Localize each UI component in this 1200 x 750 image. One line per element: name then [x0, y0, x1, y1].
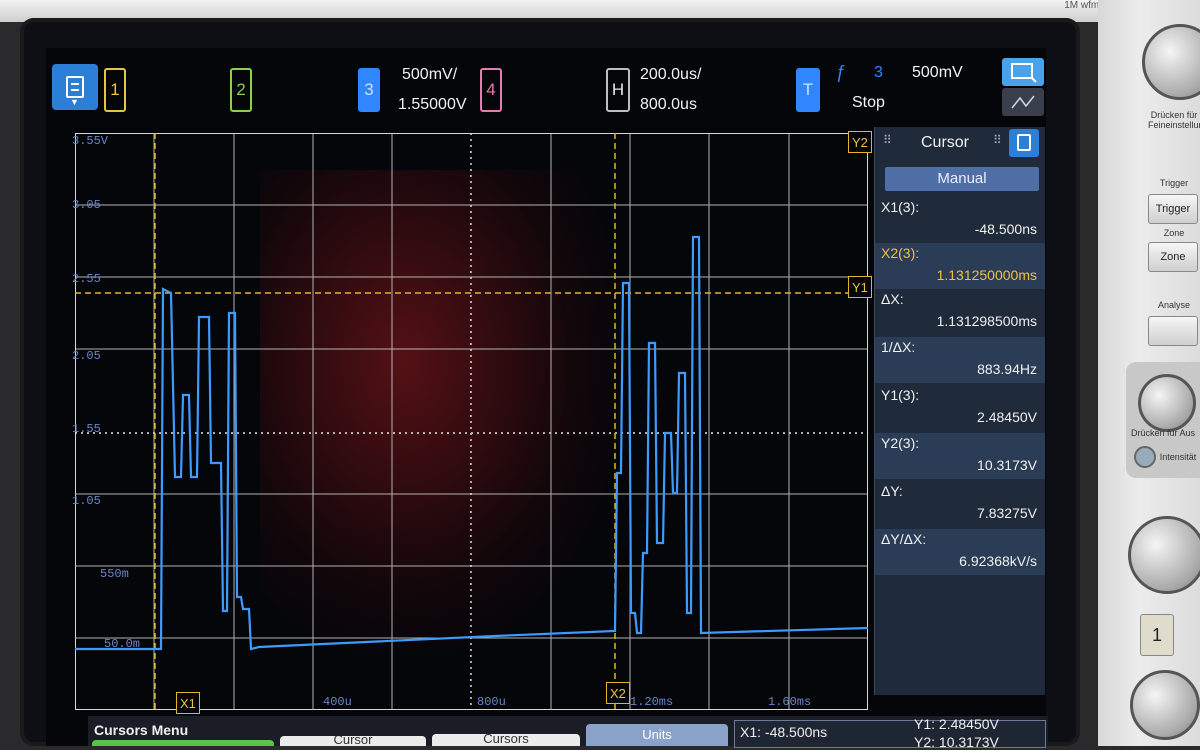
trigger-source: 3 [874, 64, 883, 81]
bottom-y1-readout: Y1: 2.48450V [914, 716, 999, 732]
cursor-y1-marker[interactable]: Y1 [848, 276, 872, 298]
softkey-mode[interactable] [92, 740, 274, 746]
y-tick-4: 1.55 [72, 422, 101, 436]
cursor-row-dy-dx: ΔY/ΔX: 6.92368kV/s [875, 529, 1045, 575]
horizontal-position: 800.0us [640, 96, 697, 113]
cursor-x2-marker[interactable]: X2 [606, 682, 630, 704]
horizontal-knob[interactable] [1142, 24, 1200, 100]
y-tick-0: 3.55V [72, 134, 109, 148]
channel-1-knob[interactable] [1130, 670, 1200, 740]
trigger-hw-button[interactable]: Trigger [1148, 194, 1198, 224]
cursor-x1-marker[interactable]: X1 [176, 692, 200, 714]
zoom-icon [1011, 63, 1037, 83]
menu-icon [66, 76, 84, 98]
zone-label: Zone [1163, 228, 1185, 238]
cursor-panel: ⠿ Cursor ⠿ Manual X1(3): -48.500ns X2(3)… [874, 127, 1045, 695]
y-tick-6: 550m [100, 567, 129, 581]
rising-edge-icon: ƒ [836, 62, 847, 82]
cursor-panel-title: Cursor [921, 134, 970, 151]
channel-1-button[interactable]: 1 [104, 68, 126, 112]
intensity-knob[interactable] [1138, 374, 1196, 432]
measure-icon [1011, 95, 1035, 109]
intensity-label: Intensität [1159, 452, 1197, 462]
y-tick-7: 50.0m [104, 637, 141, 651]
vertical-knob[interactable] [1128, 516, 1200, 594]
waveform-grid [75, 133, 868, 710]
cursor-row-x2: X2(3): 1.131250000ms [875, 243, 1045, 289]
cursor-row-dy: ΔY: 7.83275V [881, 483, 1037, 521]
y-tick-2: 2.55 [72, 272, 101, 286]
run-state: Stop [852, 94, 885, 111]
zoom-button[interactable] [1002, 58, 1044, 86]
channel-3-trace [75, 235, 868, 651]
waveform-measure-button[interactable] [1002, 88, 1044, 116]
cursor-mode-button[interactable]: Manual [885, 167, 1039, 191]
y-tick-3: 2.05 [72, 349, 101, 363]
trigger-section-label: Trigger [1159, 178, 1189, 188]
cursor-row-y1: Y1(3): 2.48450V [881, 387, 1037, 425]
y-tick-5: 1.05 [72, 494, 101, 508]
softkey-units[interactable]: Units [586, 724, 728, 746]
intensity-button[interactable] [1134, 446, 1156, 468]
analyse-label: Analyse [1157, 300, 1191, 310]
cursor-y2-marker[interactable]: Y2 [848, 131, 872, 153]
zone-hw-button[interactable]: Zone [1148, 242, 1198, 272]
channel-1-hw-button[interactable]: 1 [1140, 614, 1174, 656]
cursor-row-inv-dx: 1/ΔX: 883.94Hz [875, 337, 1045, 383]
menu-icon [1017, 134, 1031, 151]
x-tick-0: 400u [323, 695, 352, 709]
x-tick-1: 800u [477, 695, 506, 709]
ch3-scale: 500mV/ [402, 66, 458, 83]
drag-handle-icon[interactable]: ⠿ [993, 133, 1002, 147]
bottom-y2-readout: Y2: 10.3173V [914, 734, 999, 750]
trigger-level: 500mV [912, 64, 963, 81]
channel-3-button[interactable]: 3 [358, 68, 380, 112]
front-panel-controls: Drücken für Feineinstellung Trigger Trig… [1098, 0, 1200, 746]
knob-hint: Drücken für Feineinstellung [1148, 110, 1200, 130]
drag-handle-icon[interactable]: ⠿ [883, 133, 892, 147]
panel-menu-button[interactable] [1009, 129, 1039, 157]
trigger-button[interactable]: T [796, 68, 820, 112]
cursor-row-dx: ΔX: 1.131298500ms [881, 291, 1037, 329]
x-tick-2: 1.20ms [630, 695, 674, 709]
y-tick-1: 3.05 [72, 198, 101, 212]
channel-4-button[interactable]: 4 [480, 68, 502, 112]
bottom-x1-readout: X1: -48.500ns [740, 724, 828, 740]
cursor-row-x1: X1(3): -48.500ns [881, 199, 1037, 237]
channel-2-button[interactable]: 2 [230, 68, 252, 112]
intensity-hint: Drücken für Aus [1130, 428, 1196, 438]
x-tick-3: 1.60ms [768, 695, 812, 709]
cursor-panel-header: ⠿ Cursor ⠿ [875, 127, 1045, 161]
horizontal-scale: 200.0us/ [640, 66, 702, 83]
softkey-cursors[interactable]: Cursors [432, 734, 580, 746]
horizontal-button[interactable]: H [606, 68, 630, 112]
oscilloscope-photo: 1M wfms/s ▼ 1 2 3 500mV/ 1.55000V 4 H 20… [0, 0, 1200, 750]
main-menu-button[interactable]: ▼ [52, 64, 98, 110]
menu-title: Cursors Menu [94, 722, 189, 738]
analyse-hw-button[interactable] [1148, 316, 1198, 346]
cursor-row-y2: Y2(3): 10.3173V [875, 433, 1045, 479]
softkey-cursor[interactable]: Cursor [280, 736, 426, 746]
chevron-down-icon: ▼ [70, 97, 79, 107]
ch3-offset: 1.55000V [398, 96, 467, 113]
